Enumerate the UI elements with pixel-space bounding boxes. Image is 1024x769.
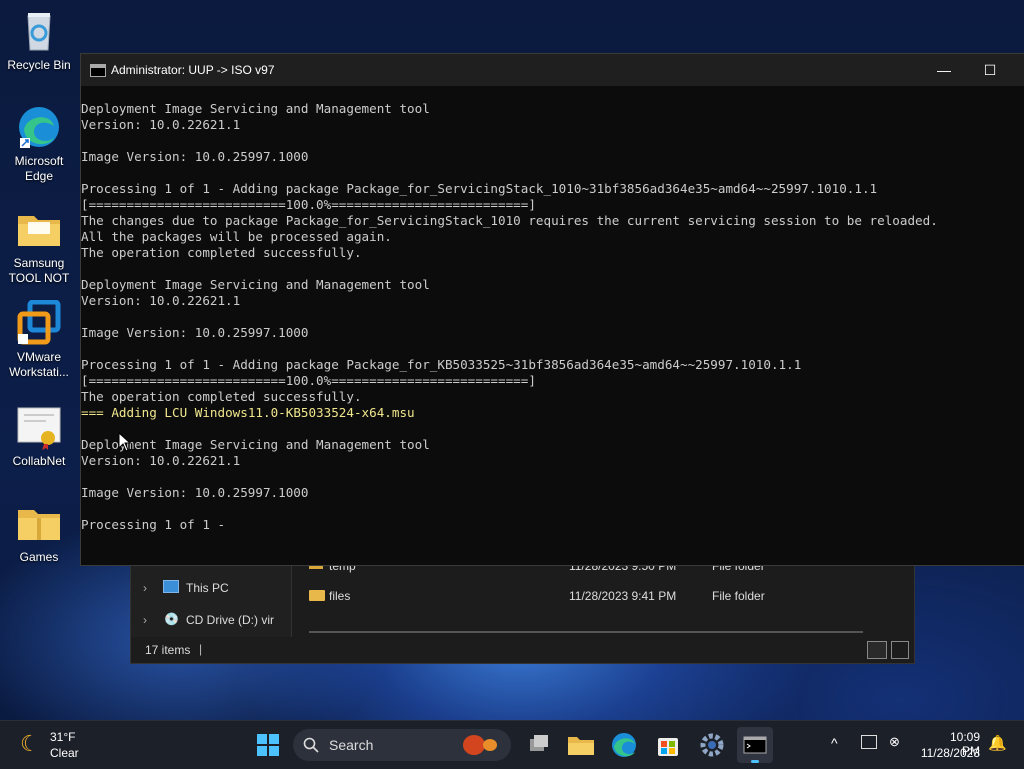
settings-taskbar-button[interactable] — [694, 727, 730, 763]
chevron-up-icon[interactable]: ^ — [831, 735, 838, 751]
folder-icon — [309, 590, 325, 601]
highlight-prefix: === — [81, 405, 112, 420]
divider: | — [199, 642, 203, 656]
task-view-icon — [530, 735, 548, 751]
active-indicator — [751, 760, 759, 763]
desktop-icon-samsung-tool[interactable]: Samsung TOOL NOT — [4, 206, 74, 286]
edge-icon — [612, 733, 636, 757]
task-view-button[interactable] — [520, 727, 556, 763]
file-explorer-taskbar-button[interactable] — [563, 727, 599, 763]
folder-icon — [16, 206, 62, 252]
terminal-titlebar[interactable]: Administrator: UUP -> ISO v97 — ☐ — [81, 54, 1024, 86]
start-button[interactable] — [250, 727, 286, 763]
horizontal-scrollbar[interactable] — [309, 631, 863, 633]
desktop-icon-recycle-bin[interactable]: Recycle Bin — [4, 8, 74, 73]
search-box[interactable]: Search — [293, 729, 511, 761]
maximize-button[interactable]: ☐ — [967, 54, 1013, 86]
folder-icon — [568, 737, 594, 755]
desktop-icon-vmware[interactable]: VMware Workstati... — [4, 299, 74, 380]
desktop-icon-edge[interactable]: Microsoft Edge — [4, 104, 74, 184]
window-title: Administrator: UUP -> ISO v97 — [111, 63, 275, 77]
search-icon — [303, 737, 319, 753]
store-taskbar-button[interactable] — [650, 727, 686, 763]
nav-item-this-pc[interactable]: This PC — [186, 581, 229, 595]
search-label: Search — [329, 737, 374, 753]
this-pc-icon — [163, 580, 179, 593]
file-type: File folder — [712, 589, 765, 603]
tiles-view-button[interactable] — [891, 641, 909, 659]
terminal-output[interactable]: Deployment Image Servicing and Managemen… — [81, 86, 1024, 565]
windows-logo-icon — [257, 734, 279, 756]
vertical-scrollbar[interactable] — [1019, 86, 1024, 565]
chevron-right-icon[interactable]: › — [143, 613, 147, 627]
edge-icon — [16, 104, 62, 150]
edge-taskbar-button[interactable] — [606, 727, 642, 763]
details-view-button[interactable] — [867, 641, 887, 659]
terminal-window[interactable]: Administrator: UUP -> ISO v97 — ☐ Deploy… — [80, 53, 1024, 566]
cmd-icon — [90, 64, 106, 77]
zip-folder-icon — [16, 500, 62, 546]
cd-drive-icon: 💿 — [164, 612, 179, 626]
terminal-taskbar-button[interactable] — [737, 727, 773, 763]
search-highlight-dot — [483, 739, 497, 751]
notification-bell-icon[interactable]: 🔔 — [988, 734, 1007, 752]
nav-item-cd-drive[interactable]: CD Drive (D:) vir — [186, 613, 274, 627]
desktop-icon-label: Microsoft Edge — [14, 154, 64, 183]
console-text-b: Deployment Image Servicing and Managemen… — [81, 437, 430, 532]
desktop-icon-collabnet[interactable]: CollabNet — [4, 404, 74, 469]
desktop-icon-label: VMware Workstati... — [9, 350, 69, 379]
clock-date[interactable]: 11/28/2023 — [918, 746, 980, 760]
desktop-icon-label: CollabNet — [12, 454, 66, 468]
desktop-icon-label: Samsung TOOL NOT — [8, 256, 70, 285]
weather-desc[interactable]: Clear — [50, 746, 79, 760]
highlight-line: Adding LCU Windows11.0-KB5033524-x64.msu — [111, 405, 415, 420]
taskbar: ☾ 31°F Clear Search ^ ⊗ 10:09 PM 11/28/2… — [0, 720, 1024, 769]
item-count: 17 items — [145, 643, 191, 657]
explorer-status-bar: 17 items | — [131, 637, 914, 663]
gear-icon — [700, 733, 724, 757]
volume-muted-icon[interactable]: ⊗ — [889, 734, 900, 750]
file-name: files — [329, 589, 351, 603]
vmware-icon — [16, 299, 62, 346]
minimize-button[interactable]: — — [921, 54, 967, 86]
certificate-icon — [16, 404, 62, 450]
store-icon — [658, 738, 678, 756]
recycle-bin-icon — [16, 8, 62, 54]
desktop-icon-label: Recycle Bin — [7, 58, 71, 72]
network-icon[interactable] — [861, 735, 877, 749]
search-highlight-icon — [463, 735, 485, 755]
desktop-icon-games[interactable]: Games — [4, 500, 74, 565]
cmd-icon — [743, 736, 767, 754]
weather-temp[interactable]: 31°F — [50, 730, 75, 744]
mouse-cursor-icon — [118, 432, 132, 452]
console-text-a: Deployment Image Servicing and Managemen… — [81, 101, 938, 404]
file-date: 11/28/2023 9:41 PM — [569, 589, 677, 603]
moon-icon[interactable]: ☾ — [20, 731, 40, 757]
desktop-icon-label: Games — [19, 550, 59, 564]
chevron-right-icon[interactable]: › — [143, 581, 147, 595]
